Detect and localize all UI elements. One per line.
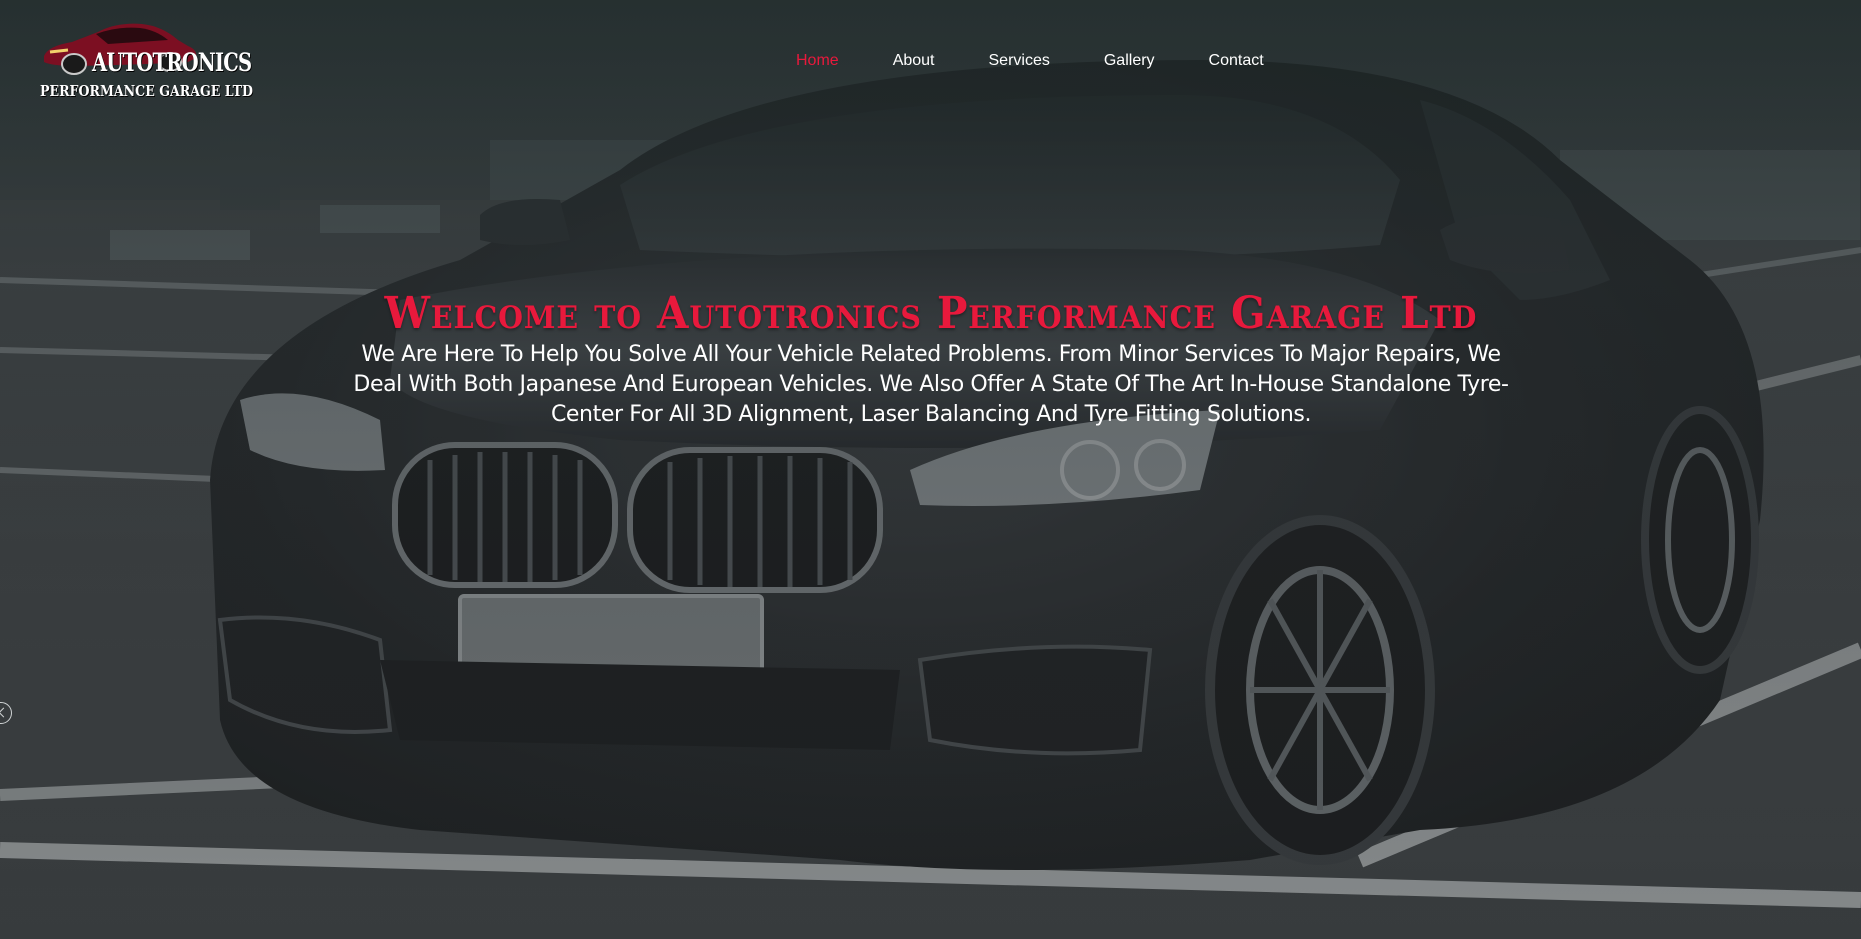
main-navigation: Home About Services Gallery Contact — [796, 48, 1318, 74]
site-header: AUTOTRONICS PERFORMANCE GARAGE LTD Home … — [0, 0, 1861, 120]
site-logo[interactable]: AUTOTRONICS PERFORMANCE GARAGE LTD — [38, 18, 253, 104]
hero-dark-overlay — [0, 0, 1861, 939]
nav-item-about[interactable]: About — [893, 52, 935, 70]
nav-item-contact[interactable]: Contact — [1209, 52, 1264, 70]
logo-tagline: PERFORMANCE GARAGE LTD — [40, 82, 253, 100]
nav-item-services[interactable]: Services — [989, 52, 1050, 70]
nav-item-gallery[interactable]: Gallery — [1104, 52, 1155, 70]
hero-title: Welcome to Autotronics Performance Garag… — [0, 288, 1861, 339]
nav-item-home[interactable]: Home — [796, 52, 839, 70]
hero-title-text: Welcome to Autotronics Performance Garag… — [384, 288, 1477, 339]
home-page: AUTOTRONICS PERFORMANCE GARAGE LTD Home … — [0, 0, 1861, 939]
logo-wordmark: AUTOTRONICS — [92, 48, 252, 77]
hero-description: We Are Here To Help You Solve All Your V… — [353, 342, 1509, 427]
